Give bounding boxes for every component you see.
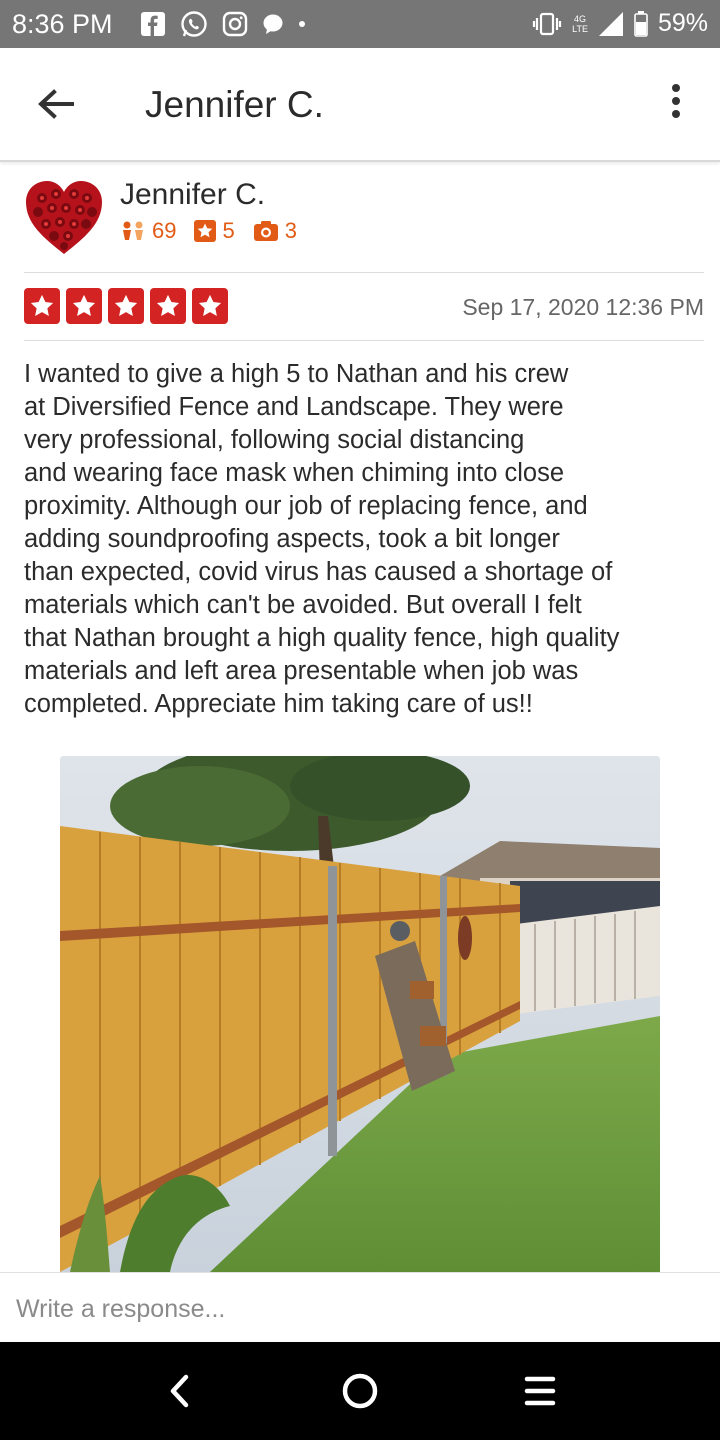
response-input[interactable] <box>0 1273 718 1345</box>
review-text: I wanted to give a high 5 to Nathan and … <box>24 360 620 718</box>
battery-percent: 59% <box>657 9 708 37</box>
star-icon <box>198 294 222 317</box>
star-icon <box>30 294 54 317</box>
friends-icon <box>123 221 143 240</box>
user-name[interactable]: Jennifer C. <box>120 178 265 212</box>
nav-menu-icon <box>524 1376 556 1406</box>
reviews-count: 5 <box>222 218 235 243</box>
rating-star <box>24 288 60 324</box>
network-type: 4G LTE <box>572 14 588 34</box>
signal-icon <box>598 11 623 36</box>
friends-count: 69 <box>152 218 177 243</box>
rating-star <box>66 288 102 324</box>
star-icon <box>156 294 180 317</box>
notification-icons <box>140 10 306 38</box>
back-button[interactable] <box>30 80 80 130</box>
response-bar <box>0 1272 720 1345</box>
divider <box>24 340 704 341</box>
dot-icon <box>299 21 305 27</box>
status-bar: 8:36 PM 4G LTE 59% <box>0 0 720 48</box>
reviews-stat: 5 <box>194 218 235 244</box>
messenger-icon <box>263 14 283 34</box>
photos-stat: 3 <box>253 218 297 244</box>
whatsapp-icon <box>181 11 207 37</box>
system-nav-bar <box>0 1342 720 1440</box>
vibrate-icon <box>533 12 562 35</box>
status-time: 8:36 PM <box>12 9 113 39</box>
review-photo[interactable] <box>60 756 660 1272</box>
friends-stat: 69 <box>120 218 176 244</box>
page-title: Jennifer C. <box>145 84 324 125</box>
rating-star <box>108 288 144 324</box>
nav-back-button[interactable] <box>155 1366 205 1416</box>
star-icon <box>72 294 96 317</box>
nav-back-icon <box>170 1374 189 1408</box>
system-icons: 4G LTE 59% <box>532 9 708 38</box>
battery-icon <box>634 10 648 37</box>
nav-home-button[interactable] <box>335 1366 385 1416</box>
more-options-button[interactable] <box>662 84 690 124</box>
rating-star <box>192 288 228 324</box>
network-sub-label: LTE <box>572 23 588 34</box>
app-bar: Jennifer C. <box>0 48 720 162</box>
divider <box>24 272 704 273</box>
camera-icon <box>253 221 278 241</box>
rating-star <box>150 288 186 324</box>
network-label: 4G <box>574 13 587 24</box>
nav-home-icon <box>342 1373 378 1409</box>
nav-menu-button[interactable] <box>515 1366 565 1416</box>
facebook-icon <box>141 12 165 36</box>
star-icon <box>194 220 217 242</box>
user-stats: 69 5 3 <box>120 218 315 244</box>
photos-count: 3 <box>284 218 297 243</box>
avatar[interactable] <box>24 180 104 256</box>
star-icon <box>114 294 138 317</box>
instagram-icon <box>222 11 248 37</box>
back-arrow-icon <box>38 89 74 119</box>
more-vert-icon <box>662 84 690 118</box>
review-date: Sep 17, 2020 12:36 PM <box>462 294 704 320</box>
star-rating <box>24 288 234 324</box>
